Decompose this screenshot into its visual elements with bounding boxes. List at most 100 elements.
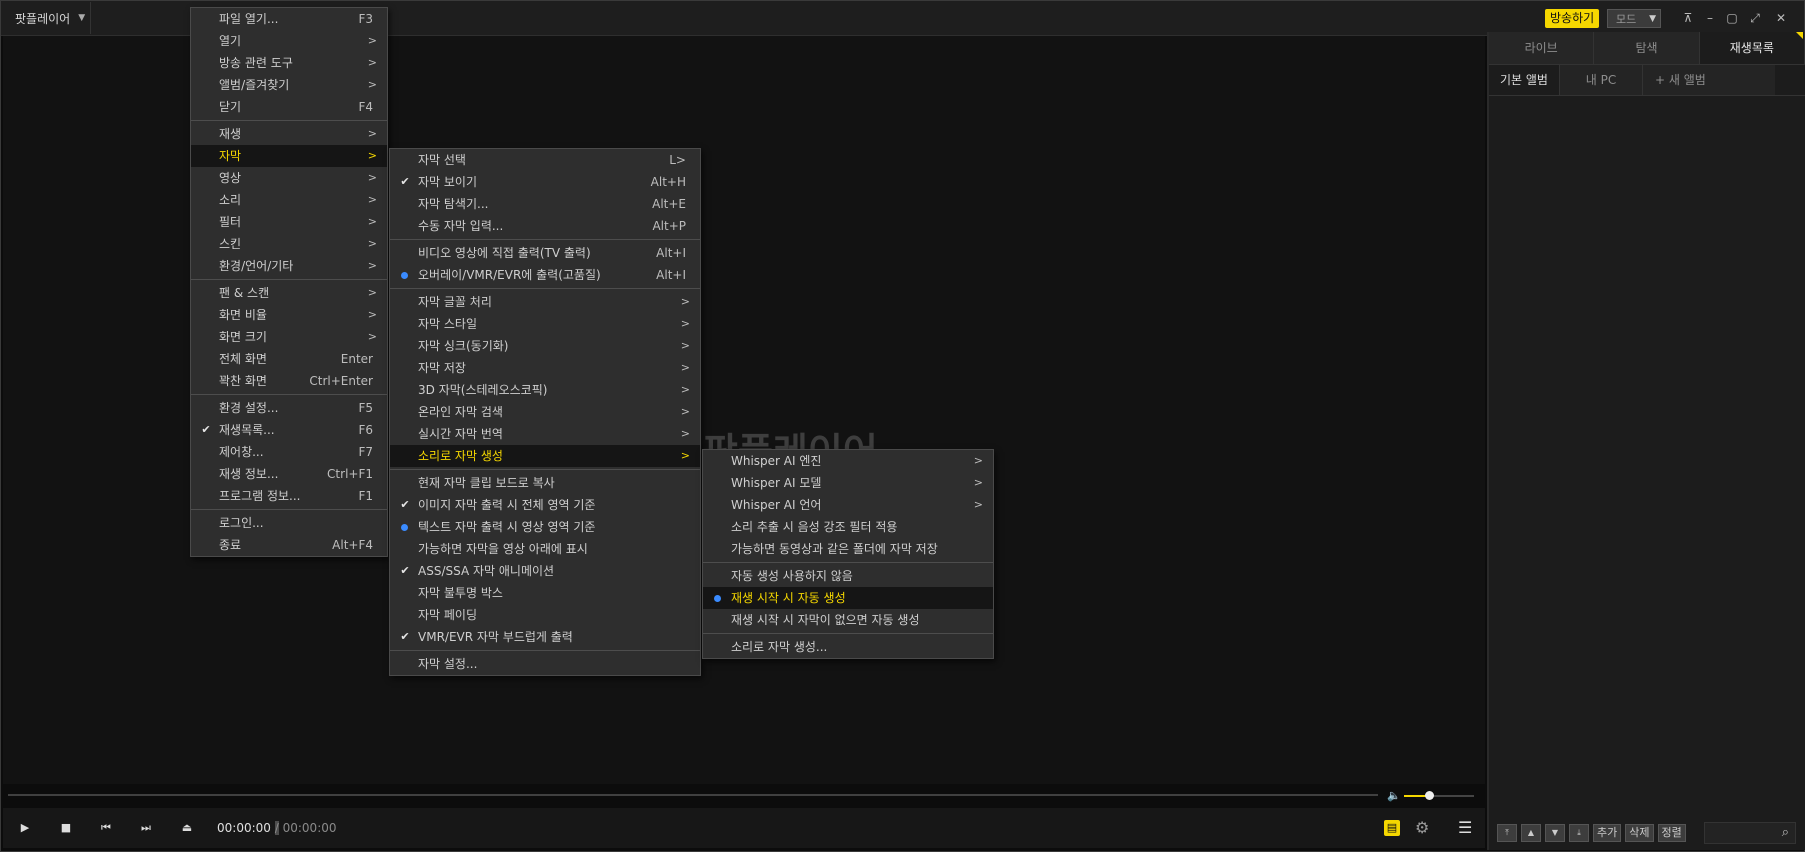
menu-separator (191, 394, 387, 395)
main-menu-item[interactable]: 닫기 F4 (191, 96, 387, 118)
next-icon[interactable]: ⏭ (137, 819, 155, 837)
previous-icon[interactable]: ⏮ (97, 819, 115, 837)
subtitle-menu-item[interactable]: 텍스트 자막 출력 시 영상 영역 기준 (390, 516, 700, 538)
playlist-search-input[interactable]: ⌕ (1704, 822, 1796, 844)
ai-menu-item[interactable]: 소리로 자막 생성... (703, 636, 993, 658)
ai-menu-item[interactable]: 소리 추출 시 음성 강조 필터 적용 (703, 516, 993, 538)
subtitle-menu-item[interactable]: 가능하면 자막을 영상 아래에 표시 (390, 538, 700, 560)
move-down-icon[interactable]: ▼ (1545, 824, 1565, 842)
move-top-icon[interactable]: ⤒ (1497, 824, 1517, 842)
subtitle-menu-item[interactable]: 실시간 자막 번역 > (390, 423, 700, 445)
subtitle-menu-item[interactable]: 자막 글꼴 처리 > (390, 291, 700, 313)
subtitle-icon[interactable]: ▤ (1384, 820, 1400, 836)
tab-live[interactable]: 라이브 (1489, 32, 1595, 64)
main-menu-item[interactable]: 재생 정보... Ctrl+F1 (191, 463, 387, 485)
gear-icon[interactable]: ⚙ (1415, 818, 1429, 837)
ai-menu-item[interactable]: 자동 생성 사용하지 않음 (703, 565, 993, 587)
pin-icon[interactable]: ⊼ (1680, 10, 1696, 26)
main-menu-item[interactable]: 팬 & 스캔 > (191, 282, 387, 304)
main-menu-item[interactable]: 필터 > (191, 211, 387, 233)
subtitle-menu-item[interactable]: 온라인 자막 검색 > (390, 401, 700, 423)
ai-menu-item[interactable]: Whisper AI 모델 > (703, 472, 993, 494)
album-default[interactable]: 기본 앨범 (1489, 65, 1560, 95)
subtitle-menu-item[interactable]: ✔ VMR/EVR 자막 부드럽게 출력 (390, 626, 700, 648)
search-icon[interactable]: ⌕ (1782, 825, 1789, 840)
main-menu-item[interactable]: 방송 관련 도구 > (191, 52, 387, 74)
main-menu-item[interactable]: 앨범/즐겨찾기 > (191, 74, 387, 96)
main-menu-item[interactable]: 소리 > (191, 189, 387, 211)
delete-button[interactable]: 삭제 (1625, 824, 1654, 842)
subtitle-menu-item-label: 자막 보이기 (418, 175, 478, 189)
main-menu-item[interactable]: 환경 설정... F5 (191, 397, 387, 419)
subtitle-menu-item[interactable]: 3D 자막(스테레오스코픽) > (390, 379, 700, 401)
mode-dropdown[interactable]: 모드 ▼ (1607, 9, 1661, 28)
menu-list-icon[interactable]: ☰ (1458, 818, 1472, 837)
subtitle-menu-item[interactable]: 자막 페이딩 (390, 604, 700, 626)
play-icon[interactable]: ▶ (16, 819, 34, 837)
main-menu-item[interactable]: 자막 > (191, 145, 387, 167)
subtitle-menu-item[interactable]: 소리로 자막 생성 > (390, 445, 700, 467)
main-menu-item[interactable]: 제어창... F7 (191, 441, 387, 463)
main-menu-item[interactable]: 로그인... (191, 512, 387, 534)
tab-explore[interactable]: 탐색 (1594, 32, 1700, 64)
ai-menu-item[interactable]: Whisper AI 언어 > (703, 494, 993, 516)
sort-button[interactable]: 정렬 (1657, 824, 1686, 842)
shortcut-label: F3 (358, 12, 373, 26)
subtitle-menu-item[interactable]: 오버레이/VMR/EVR에 출력(고품질) Alt+I (390, 264, 700, 286)
main-menu-item[interactable]: 꽉찬 화면 Ctrl+Enter (191, 370, 387, 392)
main-menu-item[interactable]: 환경/언어/기타 > (191, 255, 387, 277)
main-menu-item[interactable]: 종료 Alt+F4 (191, 534, 387, 556)
volume-knob[interactable] (1424, 791, 1434, 800)
submenu-arrow-icon: > (367, 259, 377, 272)
stop-icon[interactable]: ■ (57, 819, 75, 837)
subtitle-menu-item[interactable]: 자막 선택 L> (390, 149, 700, 171)
ai-menu-item[interactable]: 재생 시작 시 자동 생성 (703, 587, 993, 609)
album-mypc[interactable]: 내 PC (1560, 65, 1643, 95)
subtitle-menu-item[interactable]: 자막 스타일 > (390, 313, 700, 335)
subtitle-menu-item[interactable]: 자막 저장 > (390, 357, 700, 379)
subtitle-menu-item-label: 3D 자막(스테레오스코픽) (418, 383, 548, 397)
minimize-icon[interactable]: – (1702, 10, 1718, 26)
subtitle-menu-item[interactable]: ✔ 이미지 자막 출력 시 전체 영역 기준 (390, 494, 700, 516)
close-icon[interactable]: ✕ (1773, 10, 1789, 26)
subtitle-menu-item[interactable]: ✔ 자막 보이기 Alt+H (390, 171, 700, 193)
main-menu-item[interactable]: 화면 비율 > (191, 304, 387, 326)
maximize-icon[interactable]: ▢ (1724, 10, 1740, 26)
subtitle-menu-item[interactable]: 자막 싱크(동기화) > (390, 335, 700, 357)
main-menu-item[interactable]: 스킨 > (191, 233, 387, 255)
subtitle-menu-item[interactable]: ✔ ASS/SSA 자막 애니메이션 (390, 560, 700, 582)
tab-playlist[interactable]: 재생목록 (1699, 32, 1805, 64)
subtitle-menu-item[interactable]: 수동 자막 입력... Alt+P (390, 215, 700, 237)
main-menu-item[interactable]: ✔ 재생목록... F6 (191, 419, 387, 441)
eject-icon[interactable]: ⏏ (178, 819, 196, 837)
move-up-icon[interactable]: ▲ (1521, 824, 1541, 842)
speaker-icon[interactable]: 🔈 (1387, 789, 1401, 802)
submenu-arrow-icon: > (367, 78, 377, 91)
seek-bar[interactable] (8, 794, 1378, 796)
subtitle-menu-item[interactable]: 자막 설정... (390, 653, 700, 675)
main-menu-item[interactable]: 화면 크기 > (191, 326, 387, 348)
ai-menu-item[interactable]: Whisper AI 엔진 > (703, 450, 993, 472)
main-menu-item[interactable]: 파일 열기... F3 (191, 8, 387, 30)
main-menu-item[interactable]: 재생 > (191, 123, 387, 145)
app-menu-button[interactable]: 팟플레이어 ▼ (5, 2, 91, 34)
subtitle-menu-item[interactable]: 자막 불투명 박스 (390, 582, 700, 604)
main-menu-item[interactable]: 프로그램 정보... F1 (191, 485, 387, 507)
new-album-button[interactable]: + 새 앨범 (1643, 65, 1775, 95)
main-menu-item[interactable]: 전체 화면 Enter (191, 348, 387, 370)
main-menu-item[interactable]: 영상 > (191, 167, 387, 189)
subtitle-menu-item[interactable]: 비디오 영상에 직접 출력(TV 출력) Alt+I (390, 242, 700, 264)
main-menu-item-label: 제어창... (219, 445, 264, 459)
move-bottom-icon[interactable]: ⤓ (1569, 824, 1589, 842)
add-button[interactable]: 추가 (1593, 824, 1622, 842)
broadcast-button[interactable]: 방송하기 (1545, 9, 1600, 28)
subtitle-menu-item[interactable]: 현재 자막 클립 보드로 복사 (390, 472, 700, 494)
volume-slider[interactable] (1404, 791, 1474, 800)
submenu-arrow-icon: > (680, 295, 690, 308)
ai-menu-item[interactable]: 가능하면 동영상과 같은 폴더에 자막 저장 (703, 538, 993, 560)
fullscreen-icon[interactable]: ⤢ (1747, 10, 1763, 26)
subtitle-menu-item[interactable]: 자막 탐색기... Alt+E (390, 193, 700, 215)
main-menu-item[interactable]: 열기 > (191, 30, 387, 52)
shortcut-label: F4 (358, 100, 373, 114)
ai-menu-item[interactable]: 재생 시작 시 자막이 없으면 자동 생성 (703, 609, 993, 631)
